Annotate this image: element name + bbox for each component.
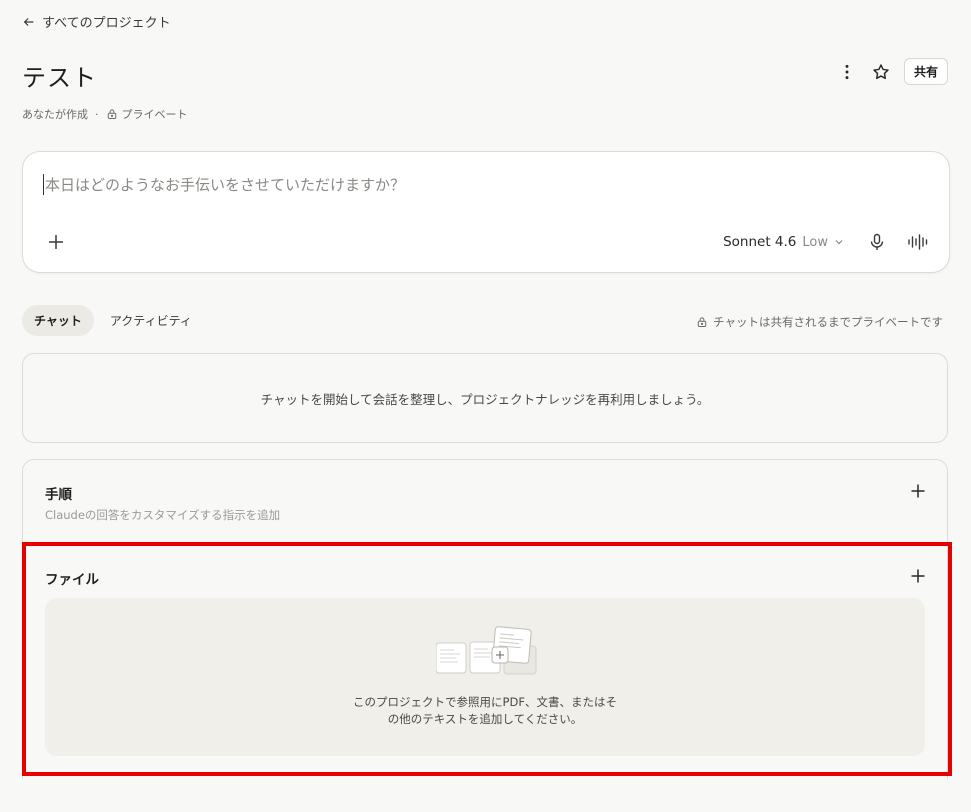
visibility-label: プライベート [121,108,188,121]
project-meta: あなたが作成 · プライベート [22,106,188,122]
share-button[interactable]: 共有 [903,58,948,85]
files-hint-line-1: このプロジェクトで参照用にPDF、文書、またはそ [353,695,617,709]
chevron-down-icon [835,240,843,245]
attach-plus-icon[interactable] [46,232,66,252]
more-vertical-icon [845,64,849,79]
star-button[interactable] [870,61,892,83]
project-title: テスト [22,64,97,92]
lock-icon [697,317,707,327]
arrow-left-icon [23,17,34,26]
add-files-plus-icon[interactable] [910,568,926,584]
model-selector[interactable]: Sonnet 4.6 Low [723,234,844,250]
documents-illustration-icon [436,626,537,675]
instructions-title: 手順 [45,487,72,503]
section-divider [22,544,948,545]
files-hint: このプロジェクトで参照用にPDF、文書、またはそ の他のテキストを追加してくださ… [45,694,925,728]
back-to-all-projects-link[interactable]: すべてのプロジェクト [22,12,171,31]
files-dropzone[interactable]: このプロジェクトで参照用にPDF、文書、またはそ の他のテキストを追加してくださ… [45,598,925,756]
tab-chat[interactable]: チャット [22,305,94,336]
chat-empty-state: チャットを開始して会話を整理し、プロジェクトナレッジを再利用しましょう。 [22,353,948,443]
files-hint-line-2: の他のテキストを追加してください。 [387,712,583,726]
project-actions: 共有 [836,58,948,85]
meta-separator: · [95,107,99,121]
instructions-subtitle: Claudeの回答をカスタマイズする指示を追加 [45,508,281,522]
project-tabs: チャット アクティビティ [22,305,204,336]
voice-mode-icon[interactable] [907,232,929,252]
composer-input[interactable]: 本日はどのようなお手伝いをさせていただけますか？ [43,174,405,195]
files-title: ファイル [45,572,99,588]
lock-icon [107,109,116,119]
back-link-label: すべてのプロジェクト [42,16,171,31]
more-options-button[interactable] [836,61,858,83]
created-by-label: あなたが作成 [22,108,88,121]
chat-private-note: チャットは共有されるまでプライベートです [696,314,943,330]
chat-composer: 本日はどのようなお手伝いをさせていただけますか？ Sonnet 4.6 Low [22,151,950,273]
effort-level: Low [802,234,828,250]
model-name: Sonnet 4.6 [723,234,797,250]
microphone-icon[interactable] [867,232,887,252]
empty-state-text: チャットを開始して会話を整理し、プロジェクトナレッジを再利用しましょう。 [260,391,710,407]
tab-activity[interactable]: アクティビティ [98,305,204,336]
add-instructions-plus-icon[interactable] [910,483,926,499]
star-icon [873,63,889,79]
private-note-text: チャットは共有されるまでプライベートです [713,315,943,329]
